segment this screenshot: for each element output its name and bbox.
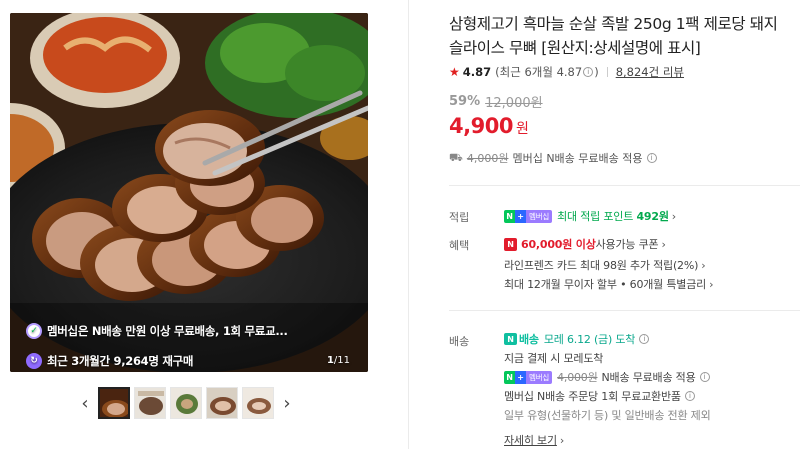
thumbnail-5[interactable] [242, 387, 274, 419]
coupon-suffix: 사용가능 쿠폰 [595, 238, 659, 251]
n-delivery-icon: N [504, 333, 517, 345]
repurchase-icon: ↻ [26, 353, 42, 369]
thumbnail-image [207, 388, 237, 418]
rating-score: 4.87 [462, 65, 492, 79]
return-note-row: 멤버십 N배송 주문당 1회 무료교환반품 i [504, 388, 696, 404]
info-icon[interactable]: i [699, 372, 710, 382]
chevron-right-icon: › [709, 277, 714, 291]
original-price: 12,000원 [485, 96, 543, 111]
chevron-right-icon: › [559, 433, 565, 447]
truck-icon: ⛟ [449, 150, 463, 164]
thumbnail-3[interactable] [170, 387, 202, 419]
nplus-membership-badge: N + 멤버십 [504, 370, 553, 384]
image-counter: 1/11 [327, 355, 350, 366]
points-value: 492원 [636, 210, 669, 223]
membership-promo-text: 멤버십은 N배송 만원 이상 무료배송, 1회 무료교... [47, 324, 288, 338]
thumbnail-1[interactable] [98, 387, 130, 419]
discount-row: 59% 12,000원 [449, 92, 543, 111]
nplus-membership-badge: N + 멤버십 [504, 209, 553, 223]
rating-recent-close: ) [594, 65, 599, 79]
info-icon[interactable]: i [639, 334, 650, 344]
points-prefix: 최대 적립 포인트 [557, 210, 634, 223]
order-note: 지금 결제 시 모레도착 [504, 352, 604, 365]
shipping-summary: ⛟ 4,000원 멤버십 N배송 무료배송 적용 i [449, 150, 658, 166]
nplus-n: N [504, 209, 515, 223]
info-icon[interactable]: i [684, 391, 695, 401]
installment-text: 최대 12개월 무이자 할부 • 60개월 특별금리 [504, 278, 707, 291]
rating-recent: (최근 6개월 4.87 [495, 65, 583, 79]
thumbnail-image [243, 388, 273, 418]
npay-icon: N [504, 237, 517, 251]
sale-price-unit: 원 [515, 121, 529, 137]
column-divider [408, 0, 409, 449]
thumbnail-image [100, 389, 128, 417]
membership-promo: ✓ 멤버십은 N배송 만원 이상 무료배송, 1회 무료교... [26, 320, 288, 342]
arrival-date: 모레 6.12 (금) 도착 [543, 333, 636, 346]
nplus-plus: + [515, 209, 526, 223]
chevron-right-icon: › [661, 237, 666, 251]
food-photo [10, 13, 368, 372]
chevron-right-icon: › [283, 392, 291, 414]
delivery-fee-strike: 4,000원 [557, 371, 598, 384]
image-counter-total: /11 [333, 355, 350, 366]
chevron-left-icon: ‹ [81, 392, 89, 414]
image-counter-current: 1 [326, 355, 334, 366]
separator [606, 67, 608, 77]
thumbnail-image [171, 388, 201, 418]
coupon-amount: 60,000원 이상 [521, 238, 596, 251]
thumbnail-next-button[interactable]: › [276, 385, 298, 421]
review-count-link[interactable]: 8,824건 리뷰 [616, 64, 684, 80]
repurchase-promo-text: 최근 3개월간 9,264명 재구매 [47, 354, 194, 368]
sale-price-value: 4,900 [449, 114, 513, 138]
delivery-arrival-row: N 배송 모레 6.12 (금) 도착 i [504, 331, 650, 347]
membership-icon: ✓ [26, 323, 42, 339]
chevron-right-icon: › [701, 258, 706, 272]
coupon-row[interactable]: N 60,000원 이상 사용가능 쿠폰 › [504, 236, 666, 252]
thumbnail-prev-button[interactable]: ‹ [74, 385, 96, 421]
star-icon: ★ [449, 65, 460, 79]
discount-percent: 59% [449, 94, 481, 109]
nplus-n: N [504, 370, 515, 384]
points-row[interactable]: N + 멤버십 최대 적립 포인트 492원 › [504, 208, 676, 224]
delivery-label: 배송 [449, 335, 470, 348]
sale-price: 4,900 원 [449, 114, 529, 138]
delivery-fee-row: N + 멤버십 4,000원 N배송 무료배송 적용 i [504, 369, 711, 385]
info-icon[interactable]: i [646, 153, 657, 163]
return-note: 멤버십 N배송 주문당 1회 무료교환반품 [504, 390, 681, 403]
delivery-more-row[interactable]: 자세히 보기 › [504, 432, 564, 448]
section-divider [449, 310, 800, 311]
thumbnail-2[interactable] [134, 387, 166, 419]
nplus-member: 멤버십 [526, 209, 553, 223]
shipping-summary-text: 멤버십 N배송 무료배송 적용 [512, 152, 643, 165]
nplus-member: 멤버십 [526, 370, 553, 384]
product-main-image[interactable]: ✓ 멤버십은 N배송 만원 이상 무료배송, 1회 무료교... ↻ 최근 3개… [10, 13, 368, 372]
card-points-row[interactable]: 라인프렌즈 카드 최대 98원 추가 적립(2%) › [504, 257, 706, 273]
nplus-plus: + [515, 370, 526, 384]
n-delivery-badge: N 배송 [504, 331, 539, 347]
installment-row[interactable]: 최대 12개월 무이자 할부 • 60개월 특별금리 › [504, 276, 713, 292]
delivery-more-link[interactable]: 자세히 보기 [504, 432, 557, 448]
delivery-fee-text: N배송 무료배송 적용 [601, 371, 696, 384]
exclusion-note: 일부 유형(선물하기 등) 및 일반배송 전환 제외 [504, 409, 711, 422]
repurchase-promo: ↻ 최근 3개월간 9,264명 재구매 [26, 350, 194, 372]
shipping-fee-strike: 4,000원 [466, 152, 509, 165]
thumbnail-4[interactable] [206, 387, 238, 419]
benefit-label: 혜택 [449, 239, 470, 252]
thumbnail-strip: ‹ › [74, 385, 304, 421]
thumbnail-image [135, 388, 165, 418]
card-points-text: 라인프렌즈 카드 최대 98원 추가 적립(2%) [504, 259, 699, 272]
chevron-right-icon: › [671, 209, 676, 223]
product-title: 삼형제고기 흑마늘 순살 족발 250g 1팩 제로당 돼지 슬라이스 무뼈 [… [449, 15, 778, 57]
points-label: 적립 [449, 211, 470, 224]
section-divider [449, 185, 800, 186]
info-icon[interactable]: i [583, 67, 594, 77]
n-delivery-text: 배송 [519, 333, 539, 346]
rating-row: ★ 4.87 (최근 6개월 4.87 i) 8,824건 리뷰 [449, 64, 684, 80]
